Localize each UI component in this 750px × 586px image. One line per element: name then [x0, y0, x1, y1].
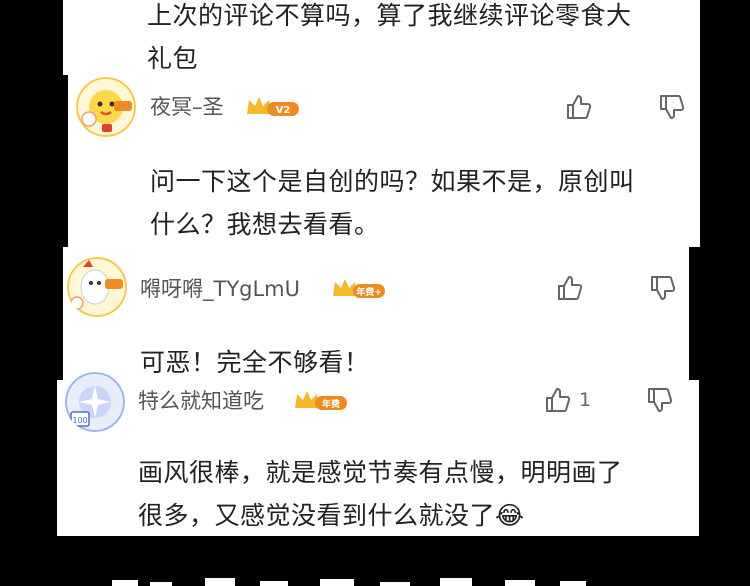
thumb-down-icon [651, 276, 676, 300]
crown-badge-icon: 年费+ [333, 279, 385, 298]
dislike-button[interactable] [649, 274, 677, 302]
thumb-down-icon [648, 388, 673, 412]
vip-badge[interactable]: 年费 [293, 388, 349, 412]
vip-badge-label: V2 [276, 105, 291, 116]
dislike-button[interactable] [658, 93, 686, 121]
like-button[interactable] [565, 93, 593, 121]
bottom-banner-cutoff [0, 560, 750, 586]
thumb-down-icon [660, 95, 685, 119]
crown-badge-icon: V2 [247, 97, 299, 116]
comment-card-1: 夜冥–圣 V2 问一下这个是自创的吗？如果不是，原创叫 什么？我想去看看。 [68, 75, 700, 247]
comment-1-line-2: 什么？我想去看看。 [150, 210, 380, 239]
comment-1-text: 问一下这个是自创的吗？如果不是，原创叫 什么？我想去看看。 [150, 160, 635, 246]
comment-2-username[interactable]: 嘚呀嘚_TYgLmU [140, 275, 300, 303]
comment-3-line-2: 很多，又感觉没看到什么就没了😂 [138, 501, 525, 530]
comment-feed-screen: 上次的评论不算吗，算了我继续评论零食大 礼包 夜冥–圣 V2 问一下这个是自创的… [0, 0, 750, 586]
comment-2-text: 可恶！完全不够看！ [140, 341, 370, 384]
comment-1-line-1: 问一下这个是自创的吗？如果不是，原创叫 [150, 167, 635, 196]
avatar-sparkle-icon: 100 [65, 372, 125, 432]
comment-card-0: 上次的评论不算吗，算了我继续评论零食大 礼包 [63, 0, 700, 75]
vip-badge-label: 年费+ [356, 286, 382, 298]
avatar[interactable] [67, 257, 127, 317]
vip-badge[interactable]: V2 [245, 94, 301, 118]
thumb-up-icon [567, 95, 592, 119]
avatar-chick-icon [67, 257, 127, 317]
comment-0-text: 上次的评论不算吗，算了我继续评论零食大 礼包 [147, 0, 632, 80]
like-count: 1 [579, 389, 592, 411]
comment-3-username[interactable]: 特么就知道吃 [138, 387, 264, 415]
comment-card-2: 嘚呀嘚_TYgLmU 年费+ 可恶！完全不够看！ [63, 247, 689, 380]
svg-text:100: 100 [72, 416, 87, 425]
avatar-chick-icon [76, 77, 136, 137]
cutoff-title-graphic [112, 578, 586, 586]
comment-0-line-1: 上次的评论不算吗，算了我继续评论零食大 [147, 1, 632, 30]
comment-2-line-1: 可恶！完全不够看！ [140, 348, 370, 377]
comment-3-line-1: 画风很棒，就是感觉节奏有点慢，明明画了 [138, 458, 623, 487]
like-button[interactable] [544, 386, 572, 414]
comment-0-line-2: 礼包 [147, 44, 199, 73]
comment-3-text: 画风很棒，就是感觉节奏有点慢，明明画了 很多，又感觉没看到什么就没了😂 [138, 451, 623, 537]
dislike-button[interactable] [646, 386, 674, 414]
crown-badge-icon: 年费 [295, 391, 347, 410]
thumb-up-icon [558, 276, 583, 300]
vip-badge[interactable]: 年费+ [331, 276, 387, 300]
avatar[interactable]: 100 [65, 372, 125, 432]
thumb-up-icon [546, 388, 571, 412]
vip-badge-label: 年费 [322, 398, 340, 410]
avatar[interactable] [76, 77, 136, 137]
comment-card-3: 100 特么就知道吃 年费 1 画风很棒，就是感觉节奏有点慢，明明画了 很多，又… [57, 372, 699, 537]
comment-1-username[interactable]: 夜冥–圣 [150, 93, 224, 121]
like-button[interactable] [556, 274, 584, 302]
